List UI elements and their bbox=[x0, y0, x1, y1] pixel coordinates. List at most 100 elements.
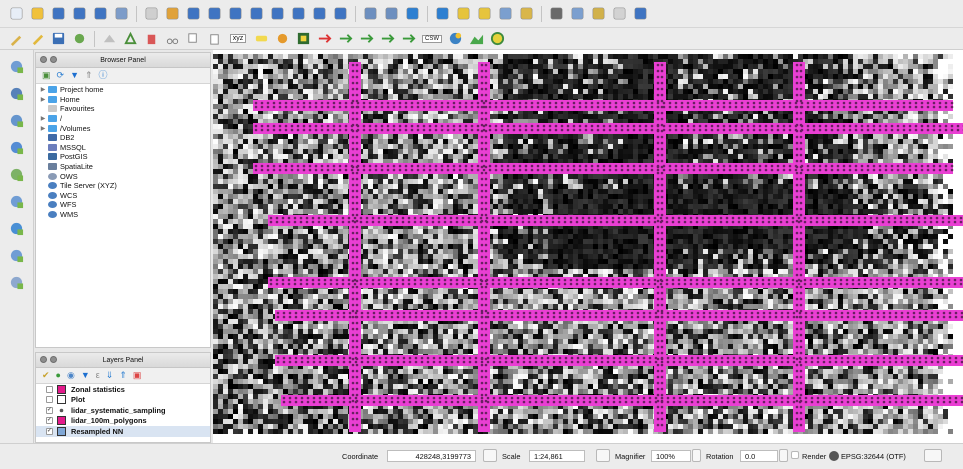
delete-selected-icon[interactable] bbox=[143, 30, 160, 47]
add-virtual-layer-icon[interactable] bbox=[7, 272, 27, 292]
browser-item[interactable]: OWS bbox=[38, 171, 210, 181]
zoom-to-selection-icon[interactable] bbox=[248, 5, 265, 22]
float-panel-icon[interactable] bbox=[50, 356, 57, 363]
field-calculator-icon[interactable] bbox=[518, 5, 535, 22]
browser-item[interactable]: ▶Home bbox=[38, 95, 210, 105]
lock-scale-icon[interactable] bbox=[596, 449, 610, 462]
save-edits-icon[interactable] bbox=[50, 30, 67, 47]
style-panel-icon[interactable]: ✔ bbox=[42, 371, 50, 380]
browser-item[interactable]: MSSQL bbox=[38, 143, 210, 153]
new-project-icon[interactable] bbox=[8, 5, 25, 22]
layer-visibility-checkbox[interactable] bbox=[46, 386, 53, 393]
rotation-field[interactable]: 0.0 bbox=[740, 450, 778, 462]
node-tool-icon[interactable] bbox=[122, 30, 139, 47]
add-feature-icon[interactable] bbox=[71, 30, 88, 47]
browser-item[interactable]: Tile Server (XYZ) bbox=[38, 181, 210, 191]
zoom-full-icon[interactable] bbox=[227, 5, 244, 22]
annotation-icon[interactable] bbox=[590, 5, 607, 22]
remove-layer-icon[interactable]: ▣ bbox=[133, 371, 142, 380]
add-wms-icon[interactable] bbox=[7, 218, 27, 238]
key-icon[interactable]: xyz bbox=[227, 30, 249, 47]
layer-item[interactable]: Plot bbox=[36, 395, 210, 406]
filter-by-expression-icon[interactable]: ε bbox=[96, 371, 100, 380]
layer-item[interactable]: Zonal statistics bbox=[36, 384, 210, 395]
browser-item[interactable]: SpatiaLite bbox=[38, 162, 210, 172]
move-feature-icon[interactable] bbox=[101, 30, 118, 47]
manage-map-themes-icon[interactable]: ◉ bbox=[67, 371, 75, 380]
crs-globe-icon[interactable] bbox=[829, 451, 839, 461]
collapse-all-icon[interactable]: ⇑ bbox=[119, 371, 127, 380]
zoom-out-icon[interactable] bbox=[206, 5, 223, 22]
expand-arrow-icon[interactable]: ▶ bbox=[38, 86, 48, 93]
layer-visibility-checkbox[interactable] bbox=[46, 396, 53, 403]
paste-icon[interactable] bbox=[206, 30, 223, 47]
browser-item[interactable]: DB2 bbox=[38, 133, 210, 143]
layer-item[interactable]: ✓lidar_100m_polygons bbox=[36, 416, 210, 427]
refresh-icon[interactable] bbox=[404, 5, 421, 22]
layer-visibility-checkbox[interactable]: ✓ bbox=[46, 407, 53, 414]
zoom-native-icon[interactable] bbox=[290, 5, 307, 22]
crs-button[interactable]: EPSG:32644 (OTF) bbox=[841, 452, 906, 461]
processing-icon[interactable] bbox=[489, 30, 506, 47]
deselect-icon[interactable] bbox=[476, 5, 493, 22]
zoom-next-icon[interactable] bbox=[332, 5, 349, 22]
browser-item[interactable]: ▶/Volumes bbox=[38, 123, 210, 133]
map-tips-icon[interactable] bbox=[632, 5, 649, 22]
properties-icon[interactable]: ⓘ bbox=[99, 71, 108, 80]
add-raster-icon[interactable] bbox=[7, 83, 27, 103]
layer-visibility-checkbox[interactable]: ✓ bbox=[46, 428, 53, 435]
browser-item[interactable]: WMS bbox=[38, 210, 210, 220]
add-selected-layers-icon[interactable]: ▣ bbox=[42, 71, 51, 80]
pin-labels-icon[interactable] bbox=[274, 30, 291, 47]
new-bookmark-icon[interactable] bbox=[362, 5, 379, 22]
browser-item[interactable]: WFS bbox=[38, 200, 210, 210]
browser-item[interactable]: Favourites bbox=[38, 104, 210, 114]
zoom-last-icon[interactable] bbox=[311, 5, 328, 22]
copy-icon[interactable] bbox=[185, 30, 202, 47]
render-checkbox[interactable] bbox=[791, 451, 799, 459]
pencil-icon[interactable] bbox=[29, 30, 46, 47]
close-panel-icon[interactable] bbox=[40, 356, 47, 363]
zoom-in-icon[interactable] bbox=[185, 5, 202, 22]
plugin-globe-icon[interactable] bbox=[447, 30, 464, 47]
expand-arrow-icon[interactable]: ▶ bbox=[38, 115, 48, 122]
browser-item[interactable]: PostGIS bbox=[38, 152, 210, 162]
expand-all-icon[interactable]: ⇓ bbox=[106, 371, 114, 380]
collapse-all-icon[interactable]: ⇑ bbox=[85, 71, 93, 80]
add-group-icon[interactable]: ● bbox=[56, 371, 61, 380]
rotation-spinner[interactable] bbox=[779, 449, 788, 462]
open-attribute-table-icon[interactable] bbox=[497, 5, 514, 22]
label-tool-icon[interactable] bbox=[253, 30, 270, 47]
browser-item[interactable]: WCS bbox=[38, 191, 210, 201]
add-spatialite-icon[interactable] bbox=[7, 164, 27, 184]
show-bookmarks-icon[interactable] bbox=[383, 5, 400, 22]
map-canvas[interactable] bbox=[213, 50, 963, 443]
expand-arrow-icon[interactable]: ▶ bbox=[38, 125, 48, 132]
select-features-icon[interactable] bbox=[455, 5, 472, 22]
close-panel-icon[interactable] bbox=[40, 56, 47, 63]
add-mesh-icon[interactable] bbox=[7, 110, 27, 130]
measure-icon[interactable] bbox=[569, 5, 586, 22]
map-render[interactable] bbox=[213, 50, 963, 443]
magnifier-spinner[interactable] bbox=[692, 449, 701, 462]
statistical-summary-icon[interactable] bbox=[548, 5, 565, 22]
csw-icon[interactable]: CSW bbox=[421, 30, 443, 47]
open-project-icon[interactable] bbox=[29, 5, 46, 22]
save-project-icon[interactable] bbox=[50, 5, 67, 22]
layout-manager-icon[interactable] bbox=[113, 5, 130, 22]
layer-item[interactable]: ✓lidar_systematic_sampling bbox=[36, 405, 210, 416]
show-hide-labels-icon[interactable] bbox=[379, 30, 396, 47]
rotate-label-icon[interactable] bbox=[337, 30, 354, 47]
browser-item[interactable]: ▶/ bbox=[38, 114, 210, 124]
pin-diagram-icon[interactable] bbox=[400, 30, 417, 47]
profile-tool-icon[interactable] bbox=[468, 30, 485, 47]
refresh-icon[interactable]: ⟳ bbox=[57, 71, 65, 80]
layer-visibility-checkbox[interactable]: ✓ bbox=[46, 417, 53, 424]
move-label-icon[interactable] bbox=[316, 30, 333, 47]
magnifier-field[interactable]: 100% bbox=[651, 450, 691, 462]
add-geopackage-icon[interactable] bbox=[7, 191, 27, 211]
pan-to-selection-icon[interactable] bbox=[164, 5, 181, 22]
filter-legend-icon[interactable]: ▼ bbox=[81, 371, 90, 380]
add-delimited-text-icon[interactable] bbox=[7, 137, 27, 157]
change-label-icon[interactable] bbox=[358, 30, 375, 47]
